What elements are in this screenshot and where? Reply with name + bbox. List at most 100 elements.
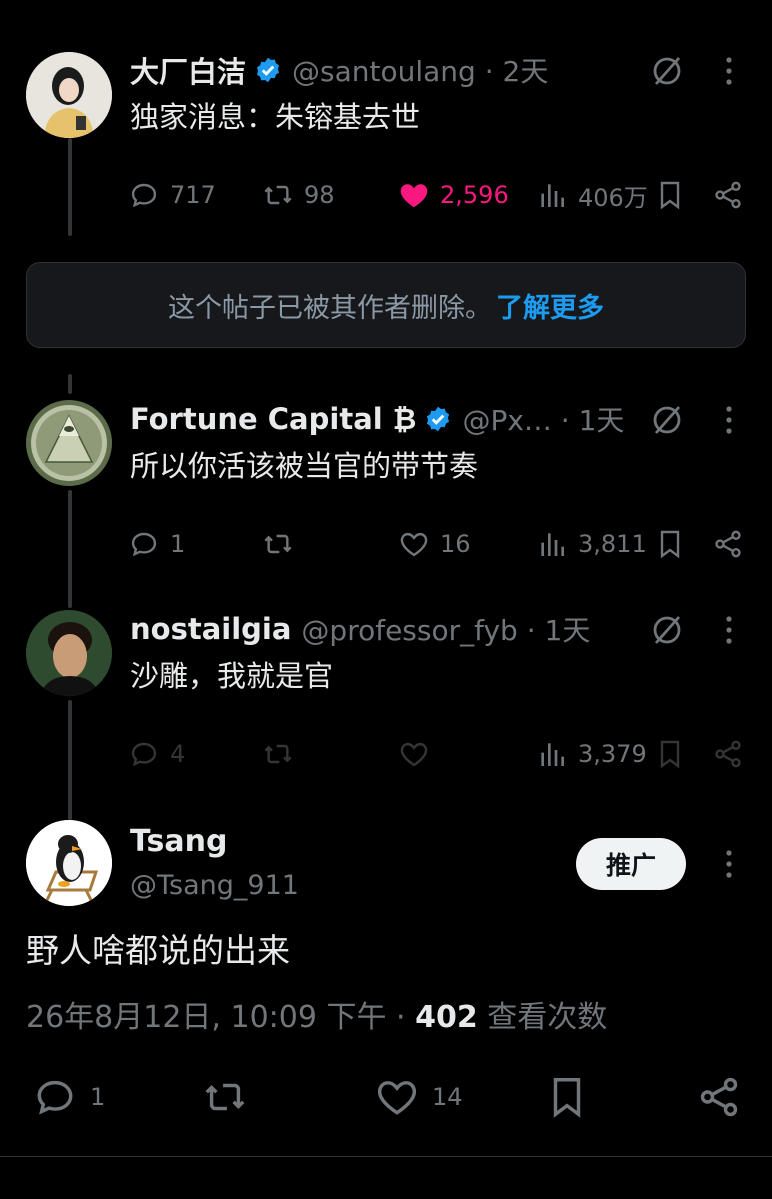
tweet-actions: 4 3,379	[128, 734, 746, 774]
reply-icon	[131, 742, 157, 767]
views-count: 3,811	[578, 530, 647, 558]
more-options-icon[interactable]	[722, 405, 736, 435]
like-button[interactable]: 2,596	[398, 175, 509, 215]
author-name[interactable]: 大厂白洁	[130, 49, 246, 91]
like-count: 16	[440, 530, 471, 558]
thread-line	[68, 138, 72, 236]
retweet-icon	[264, 744, 292, 764]
share-icon	[700, 1077, 738, 1117]
author-handle[interactable]: @Tsang_911	[130, 870, 299, 901]
reply-button[interactable]: 1	[32, 1072, 105, 1122]
views-button[interactable]: 3,811	[536, 524, 647, 564]
share-icon	[715, 530, 741, 558]
bookmark-icon	[660, 740, 680, 769]
verified-badge-icon	[427, 406, 450, 432]
retweet-icon	[205, 1083, 245, 1111]
views-chart-icon	[541, 743, 564, 766]
reply-button[interactable]: 4	[128, 734, 185, 774]
bookmark-icon	[660, 181, 680, 210]
share-icon	[715, 181, 741, 209]
bookmark-button[interactable]	[544, 1072, 590, 1122]
bookmark-button[interactable]	[654, 734, 686, 774]
tweet-text: 所以你活该被当官的带节奏	[130, 449, 479, 483]
retweet-button[interactable]	[262, 734, 304, 774]
learn-more-link[interactable]: 了解更多	[496, 286, 604, 325]
retweet-button[interactable]	[202, 1072, 248, 1122]
author-handle[interactable]: @Px… · 1天	[462, 399, 624, 439]
retweet-count: 98	[304, 181, 335, 209]
like-count: 14	[432, 1083, 463, 1111]
reply-button[interactable]: 717	[128, 175, 216, 215]
grok-icon[interactable]	[650, 54, 684, 88]
reply-count: 1	[90, 1083, 106, 1111]
reply-count: 717	[170, 181, 216, 209]
reply-icon	[131, 532, 157, 557]
retweet-button[interactable]	[262, 524, 304, 564]
like-button[interactable]: 16	[398, 524, 471, 564]
tweet-header: Fortune Capital ₿ @Px… · 1天	[130, 399, 624, 439]
reply-icon	[131, 183, 157, 208]
deleted-notice-text: 这个帖子已被其作者删除。	[168, 292, 492, 324]
retweet-button[interactable]: 98	[262, 175, 335, 215]
avatar[interactable]	[26, 400, 112, 486]
avatar[interactable]	[26, 52, 112, 138]
tweet-meta: 26年8月12日, 10:09 下午 · 402 查看次数	[26, 992, 607, 1036]
retweet-icon	[264, 534, 292, 554]
author-handle[interactable]: @professor_fyb · 1天	[301, 609, 590, 649]
tweet-actions: 717 98 2,596 406万	[128, 175, 746, 215]
share-button[interactable]	[712, 524, 744, 564]
views-button[interactable]: 3,379	[536, 734, 647, 774]
divider	[0, 1156, 772, 1157]
views-label: 查看次数	[477, 1000, 608, 1035]
tweet-header: 大厂白洁 @santoulang · 2天	[130, 50, 548, 90]
like-button[interactable]	[398, 734, 440, 774]
retweet-icon	[264, 185, 292, 205]
main-tweet-actions: 1 14	[26, 1072, 746, 1122]
author-name[interactable]: Tsang	[130, 824, 227, 859]
reply-icon	[37, 1080, 73, 1115]
views-count: 402	[415, 1000, 478, 1035]
heart-filled-icon	[400, 184, 428, 208]
more-options-icon[interactable]	[722, 615, 736, 645]
promoted-button[interactable]: 推广	[576, 838, 686, 890]
author-name[interactable]: Fortune Capital ₿	[130, 402, 416, 437]
views-button[interactable]: 406万	[536, 175, 648, 215]
bookmark-icon	[660, 530, 680, 559]
share-button[interactable]	[712, 734, 744, 774]
thread-line	[68, 700, 72, 820]
views-chart-icon	[541, 184, 564, 207]
heart-icon	[400, 742, 428, 767]
views-chart-icon	[541, 533, 564, 556]
grok-icon[interactable]	[650, 403, 684, 437]
bookmark-button[interactable]	[654, 175, 686, 215]
share-button[interactable]	[712, 175, 744, 215]
tweet-text: 野人啥都说的出来	[26, 931, 290, 970]
author-name[interactable]: nostailgia	[130, 612, 291, 646]
heart-icon	[377, 1081, 417, 1115]
more-options-icon[interactable]	[722, 849, 736, 879]
tweet-header: nostailgia @professor_fyb · 1天	[130, 609, 590, 649]
heart-icon	[400, 532, 428, 557]
bookmark-button[interactable]	[654, 524, 686, 564]
views-count: 3,379	[578, 740, 647, 768]
views-count: 406万	[578, 183, 648, 212]
share-button[interactable]	[696, 1072, 742, 1122]
reply-count: 4	[170, 740, 186, 768]
deleted-post-notice: 这个帖子已被其作者删除。 了解更多	[26, 262, 746, 348]
avatar[interactable]	[26, 610, 112, 696]
like-count: 2,596	[440, 181, 509, 209]
verified-badge-icon	[256, 57, 280, 83]
more-options-icon[interactable]	[722, 56, 736, 86]
thread-line	[68, 490, 72, 608]
avatar[interactable]	[26, 820, 112, 906]
tweet-text: 独家消息：朱镕基去世	[130, 100, 421, 134]
reply-button[interactable]: 1	[128, 524, 185, 564]
tweet-timestamp[interactable]: 26年8月12日, 10:09 下午 ·	[26, 1000, 415, 1035]
grok-icon[interactable]	[650, 613, 684, 647]
tweet-actions: 1 16 3,811	[128, 524, 746, 564]
reply-count: 1	[170, 530, 186, 558]
like-button[interactable]: 14	[374, 1072, 463, 1122]
share-icon	[715, 740, 741, 768]
author-handle[interactable]: @santoulang · 2天	[292, 50, 548, 90]
tweet-text: 沙雕，我就是官	[130, 659, 334, 693]
